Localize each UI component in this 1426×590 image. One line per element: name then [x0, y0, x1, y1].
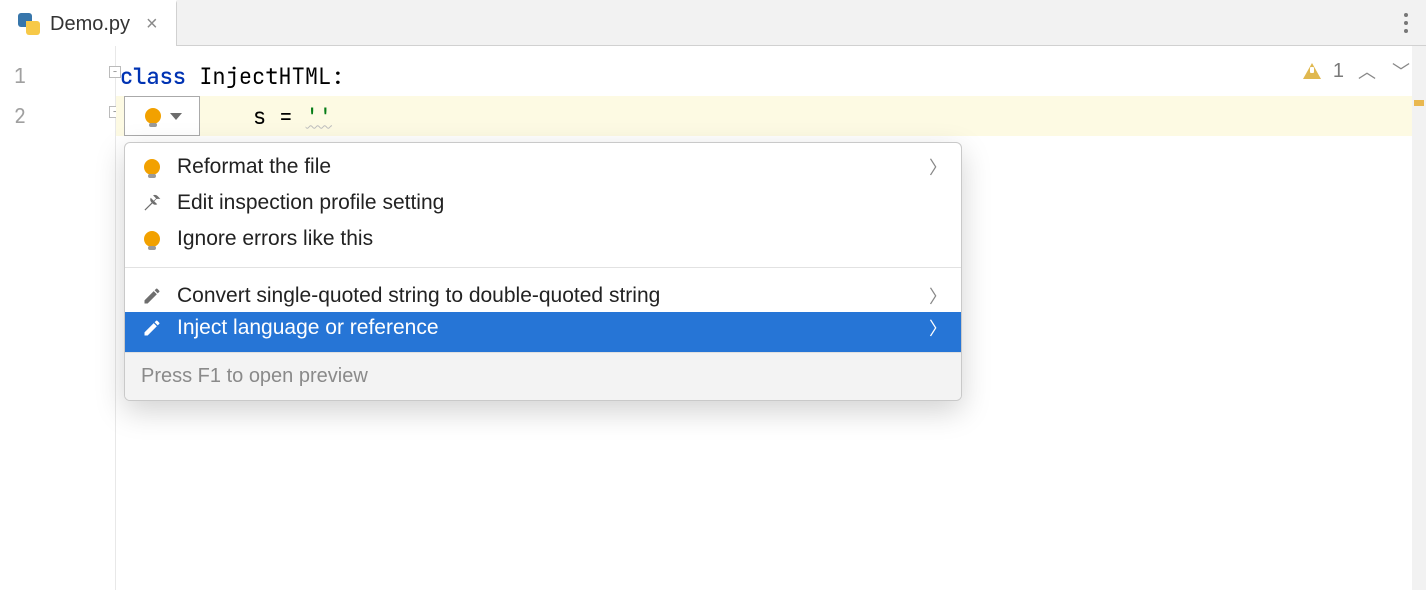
error-stripe[interactable]: [1412, 46, 1426, 590]
chevron-right-icon: 〉: [929, 283, 947, 309]
bulb-icon: [141, 156, 163, 178]
tab-bar: Demo.py ×: [0, 0, 1426, 46]
gutter-line-number: 2: [0, 96, 115, 136]
pencil-icon: [141, 285, 163, 307]
intention-action-label: Ignore errors like this: [177, 227, 373, 251]
assign-op: =: [266, 102, 306, 131]
intention-action-label: Edit inspection profile setting: [177, 191, 444, 215]
next-highlight-icon[interactable]: ﹀: [1390, 58, 1412, 84]
bulb-icon: [141, 228, 163, 250]
more-options-icon[interactable]: [1398, 0, 1414, 46]
file-tab[interactable]: Demo.py ×: [0, 0, 177, 46]
intention-action-edit-profile[interactable]: Edit inspection profile setting: [125, 183, 961, 223]
wrench-icon: [141, 192, 163, 214]
prev-highlight-icon[interactable]: ︿: [1356, 58, 1378, 84]
intention-bulb-button[interactable]: [124, 96, 200, 136]
intention-action-label: Inject language or reference: [177, 316, 439, 340]
python-file-icon: [18, 13, 40, 35]
tab-filename: Demo.py: [50, 13, 130, 36]
intention-action-label: Reformat the file: [177, 155, 331, 179]
chevron-right-icon: 〉: [929, 154, 947, 180]
intention-action-ignore-errors[interactable]: Ignore errors like this: [125, 223, 961, 263]
chevron-down-icon: [170, 113, 182, 120]
warning-count: 1: [1333, 60, 1344, 83]
close-tab-icon[interactable]: ×: [140, 13, 164, 36]
warning-marker[interactable]: [1414, 100, 1424, 106]
warning-icon[interactable]: [1303, 63, 1321, 79]
code-line[interactable]: class InjectHTML:: [116, 56, 1426, 96]
bulb-icon: [142, 105, 164, 127]
intention-action-inject-language[interactable]: Inject language or reference 〉: [125, 312, 961, 352]
intention-action-label: Convert single-quoted string to double-q…: [177, 284, 660, 308]
string-literal: '': [306, 102, 332, 131]
chevron-right-icon: 〉: [929, 315, 947, 341]
intention-action-convert-quotes[interactable]: Convert single-quoted string to double-q…: [125, 272, 961, 312]
variable-name: s: [253, 102, 266, 131]
pencil-icon: [141, 317, 163, 339]
intention-action-reformat[interactable]: Reformat the file 〉: [125, 143, 961, 183]
keyword-class: class: [120, 62, 186, 91]
inspection-status: 1 ︿ ﹀: [1303, 58, 1412, 84]
popup-footer-hint: Press F1 to open preview: [125, 352, 961, 400]
intention-actions-popup: Reformat the file 〉 Edit inspection prof…: [124, 142, 962, 401]
separator: [125, 267, 961, 268]
colon: :: [331, 62, 344, 91]
gutter: 1 2 − −: [0, 46, 116, 590]
gutter-line-number: 1: [0, 56, 115, 96]
class-name: InjectHTML: [186, 62, 331, 91]
code-line-current[interactable]: s = '': [116, 96, 1426, 136]
